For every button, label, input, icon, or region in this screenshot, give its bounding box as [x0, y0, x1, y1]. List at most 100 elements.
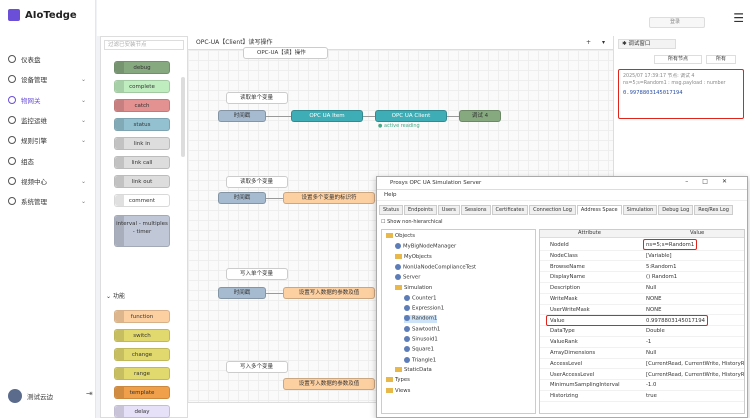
tree-item[interactable]: Square1: [404, 346, 434, 354]
menu-help[interactable]: Help: [377, 190, 747, 201]
palette-node-interval-multiples-timer[interactable]: interval - multiples - timer: [114, 215, 170, 247]
tree-item[interactable]: Server: [395, 274, 420, 282]
palette-node-complete[interactable]: complete: [114, 80, 170, 93]
tree-item[interactable]: MyObjects: [395, 253, 432, 261]
palette-node-function[interactable]: function: [114, 310, 170, 323]
inject-node[interactable]: 时间戳: [218, 192, 266, 204]
tree-item[interactable]: Simulation: [395, 284, 432, 292]
attribute-value: 5:Random1: [646, 263, 677, 270]
tree-item[interactable]: Objects: [386, 233, 415, 240]
debug-tab[interactable]: ✱ 调试窗口: [618, 39, 676, 49]
tree-item[interactable]: Sinusoid1: [404, 336, 438, 344]
tree-item[interactable]: MyBigNodeManager: [395, 243, 456, 251]
debug-node-name: 节点: 调试 4: [667, 74, 695, 79]
node-port: [115, 349, 124, 360]
palette-node-link-in[interactable]: link in: [114, 137, 170, 150]
sim-tab[interactable]: Simulation: [622, 205, 658, 215]
palette-section-function[interactable]: ⌄ 功能: [106, 291, 125, 300]
sim-tab[interactable]: Status: [379, 205, 403, 215]
function-node[interactable]: 设置写入数据的参数及值: [283, 378, 375, 390]
tree-item[interactable]: Expression1: [404, 305, 444, 313]
tree-item[interactable]: Views: [386, 387, 410, 395]
tree-item[interactable]: NonUaNodeComplianceTest: [395, 263, 476, 272]
palette-node-change[interactable]: change: [114, 348, 170, 361]
nav-item-video[interactable]: 视频中心 ⌄: [8, 174, 88, 188]
tab-menu-icon[interactable]: ▾: [602, 36, 605, 49]
palette-node-comment[interactable]: comment: [114, 194, 170, 207]
tree-item[interactable]: Counter1: [404, 294, 437, 303]
nav-item-devices[interactable]: 设备管理 ⌄: [8, 72, 88, 86]
tree-item[interactable]: Random1: [404, 315, 438, 323]
comment-node[interactable]: OPC-UA【读】操作: [243, 47, 328, 59]
sim-tab[interactable]: Certificates: [491, 205, 529, 215]
logout-icon[interactable]: ⇥: [86, 389, 93, 398]
palette-search-input[interactable]: 过滤已安装节点: [104, 40, 184, 50]
nav-item-config[interactable]: 组态: [8, 154, 88, 168]
sim-tabs: Status Endpoints Users Sessions Certificates…: [377, 205, 747, 215]
attribute-row[interactable]: Description Null: [540, 283, 744, 294]
inject-node[interactable]: 时间戳: [218, 110, 266, 122]
attribute-row[interactable]: WriteMask NONE: [540, 294, 744, 305]
tree-item[interactable]: StaticData: [395, 366, 432, 374]
palette-node-template[interactable]: template: [114, 386, 170, 399]
attribute-row[interactable]: DisplayName () Random1: [540, 272, 744, 283]
palette-scrollbar[interactable]: [181, 77, 185, 157]
debug-value[interactable]: 0.9978803145017194: [623, 90, 739, 96]
opcua-client-node[interactable]: OPC UA Client: [375, 110, 447, 122]
sim-tab[interactable]: Debug Log: [658, 205, 694, 215]
comment-node[interactable]: 读取单个变量: [226, 92, 288, 104]
sim-tab[interactable]: Sessions: [460, 205, 491, 215]
attribute-row[interactable]: NodeId ns=5;s=Random1: [540, 240, 744, 251]
sim-tab[interactable]: Req/Res Log: [694, 205, 733, 215]
variable-icon: [404, 346, 410, 353]
tree-item[interactable]: Triangle1: [404, 356, 436, 365]
attribute-row[interactable]: UserAccessLevel [CurrentRead, CurrentWrit…: [540, 370, 744, 381]
function-node[interactable]: 设置写入数据的参数及值: [283, 287, 375, 299]
tree-item[interactable]: Types: [386, 377, 410, 384]
menu-icon[interactable]: ☰: [733, 11, 744, 25]
palette-node-switch[interactable]: switch: [114, 329, 170, 342]
attribute-row[interactable]: UserWriteMask NONE: [540, 305, 744, 316]
attribute-row[interactable]: ValueRank -1: [540, 337, 744, 348]
nav-item-monitor[interactable]: 监控运维 ⌄: [8, 113, 88, 127]
user-profile[interactable]: 测试云边: [8, 389, 53, 403]
nav-item-dashboard[interactable]: 仪表盘: [8, 52, 88, 66]
sim-tab[interactable]: Address Space: [576, 205, 622, 215]
sim-tab[interactable]: Users: [437, 205, 460, 215]
attribute-row[interactable]: AccessLevel [CurrentRead, CurrentWrite, H…: [540, 359, 744, 370]
palette-node-debug[interactable]: debug: [114, 61, 170, 74]
sim-tab[interactable]: Endpoints: [403, 205, 437, 215]
palette-node-link-call[interactable]: link call: [114, 156, 170, 169]
window-controls[interactable]: –□✕: [685, 178, 741, 185]
tree-item[interactable]: Sawtooth1: [404, 325, 440, 334]
attribute-name: ValueRank: [550, 339, 578, 346]
debug-tab-label: 调试窗口: [628, 41, 651, 47]
inject-node[interactable]: 时间戳: [218, 287, 266, 299]
palette-node-link-out[interactable]: link out: [114, 175, 170, 188]
opcua-item-node[interactable]: OPC UA Item: [291, 110, 363, 122]
show-non-hierarchical-checkbox[interactable]: ☐ Show non-hierarchical: [381, 219, 443, 225]
palette-node-delay[interactable]: delay: [114, 405, 170, 418]
nav-item-gateway[interactable]: 物网关 ⌄: [8, 93, 88, 107]
attribute-row[interactable]: ArrayDimensions Null: [540, 348, 744, 359]
nav-item-system[interactable]: 系统管理 ⌄: [8, 194, 88, 208]
function-node[interactable]: 设置多个变量的标识符: [283, 192, 375, 204]
sim-tab[interactable]: Connection Log: [529, 205, 576, 215]
attribute-row[interactable]: NodeClass [Variable]: [540, 251, 744, 262]
nav-item-rules[interactable]: 规则引擎 ⌄: [8, 133, 88, 147]
attribute-row[interactable]: MinimumSamplingInterval -1.0: [540, 380, 744, 391]
debug-clear-select[interactable]: 所有: [706, 55, 736, 64]
attribute-row[interactable]: BrowseName 5:Random1: [540, 262, 744, 273]
attribute-row[interactable]: Historizing true: [540, 391, 744, 402]
comment-node[interactable]: 写入多个变量: [226, 361, 288, 373]
comment-node[interactable]: 读取多个变量: [226, 176, 288, 188]
comment-node[interactable]: 写入单个变量: [226, 268, 288, 280]
attribute-row[interactable]: DataType Double: [540, 326, 744, 337]
add-tab-icon[interactable]: +: [586, 36, 591, 49]
debug-node[interactable]: 调试 4: [459, 110, 501, 122]
debug-filter-select[interactable]: 所有节点: [654, 55, 702, 64]
top-button[interactable]: 登录: [649, 17, 705, 28]
palette-node-catch[interactable]: catch: [114, 99, 170, 112]
palette-node-status[interactable]: status: [114, 118, 170, 131]
palette-node-range[interactable]: range: [114, 367, 170, 380]
